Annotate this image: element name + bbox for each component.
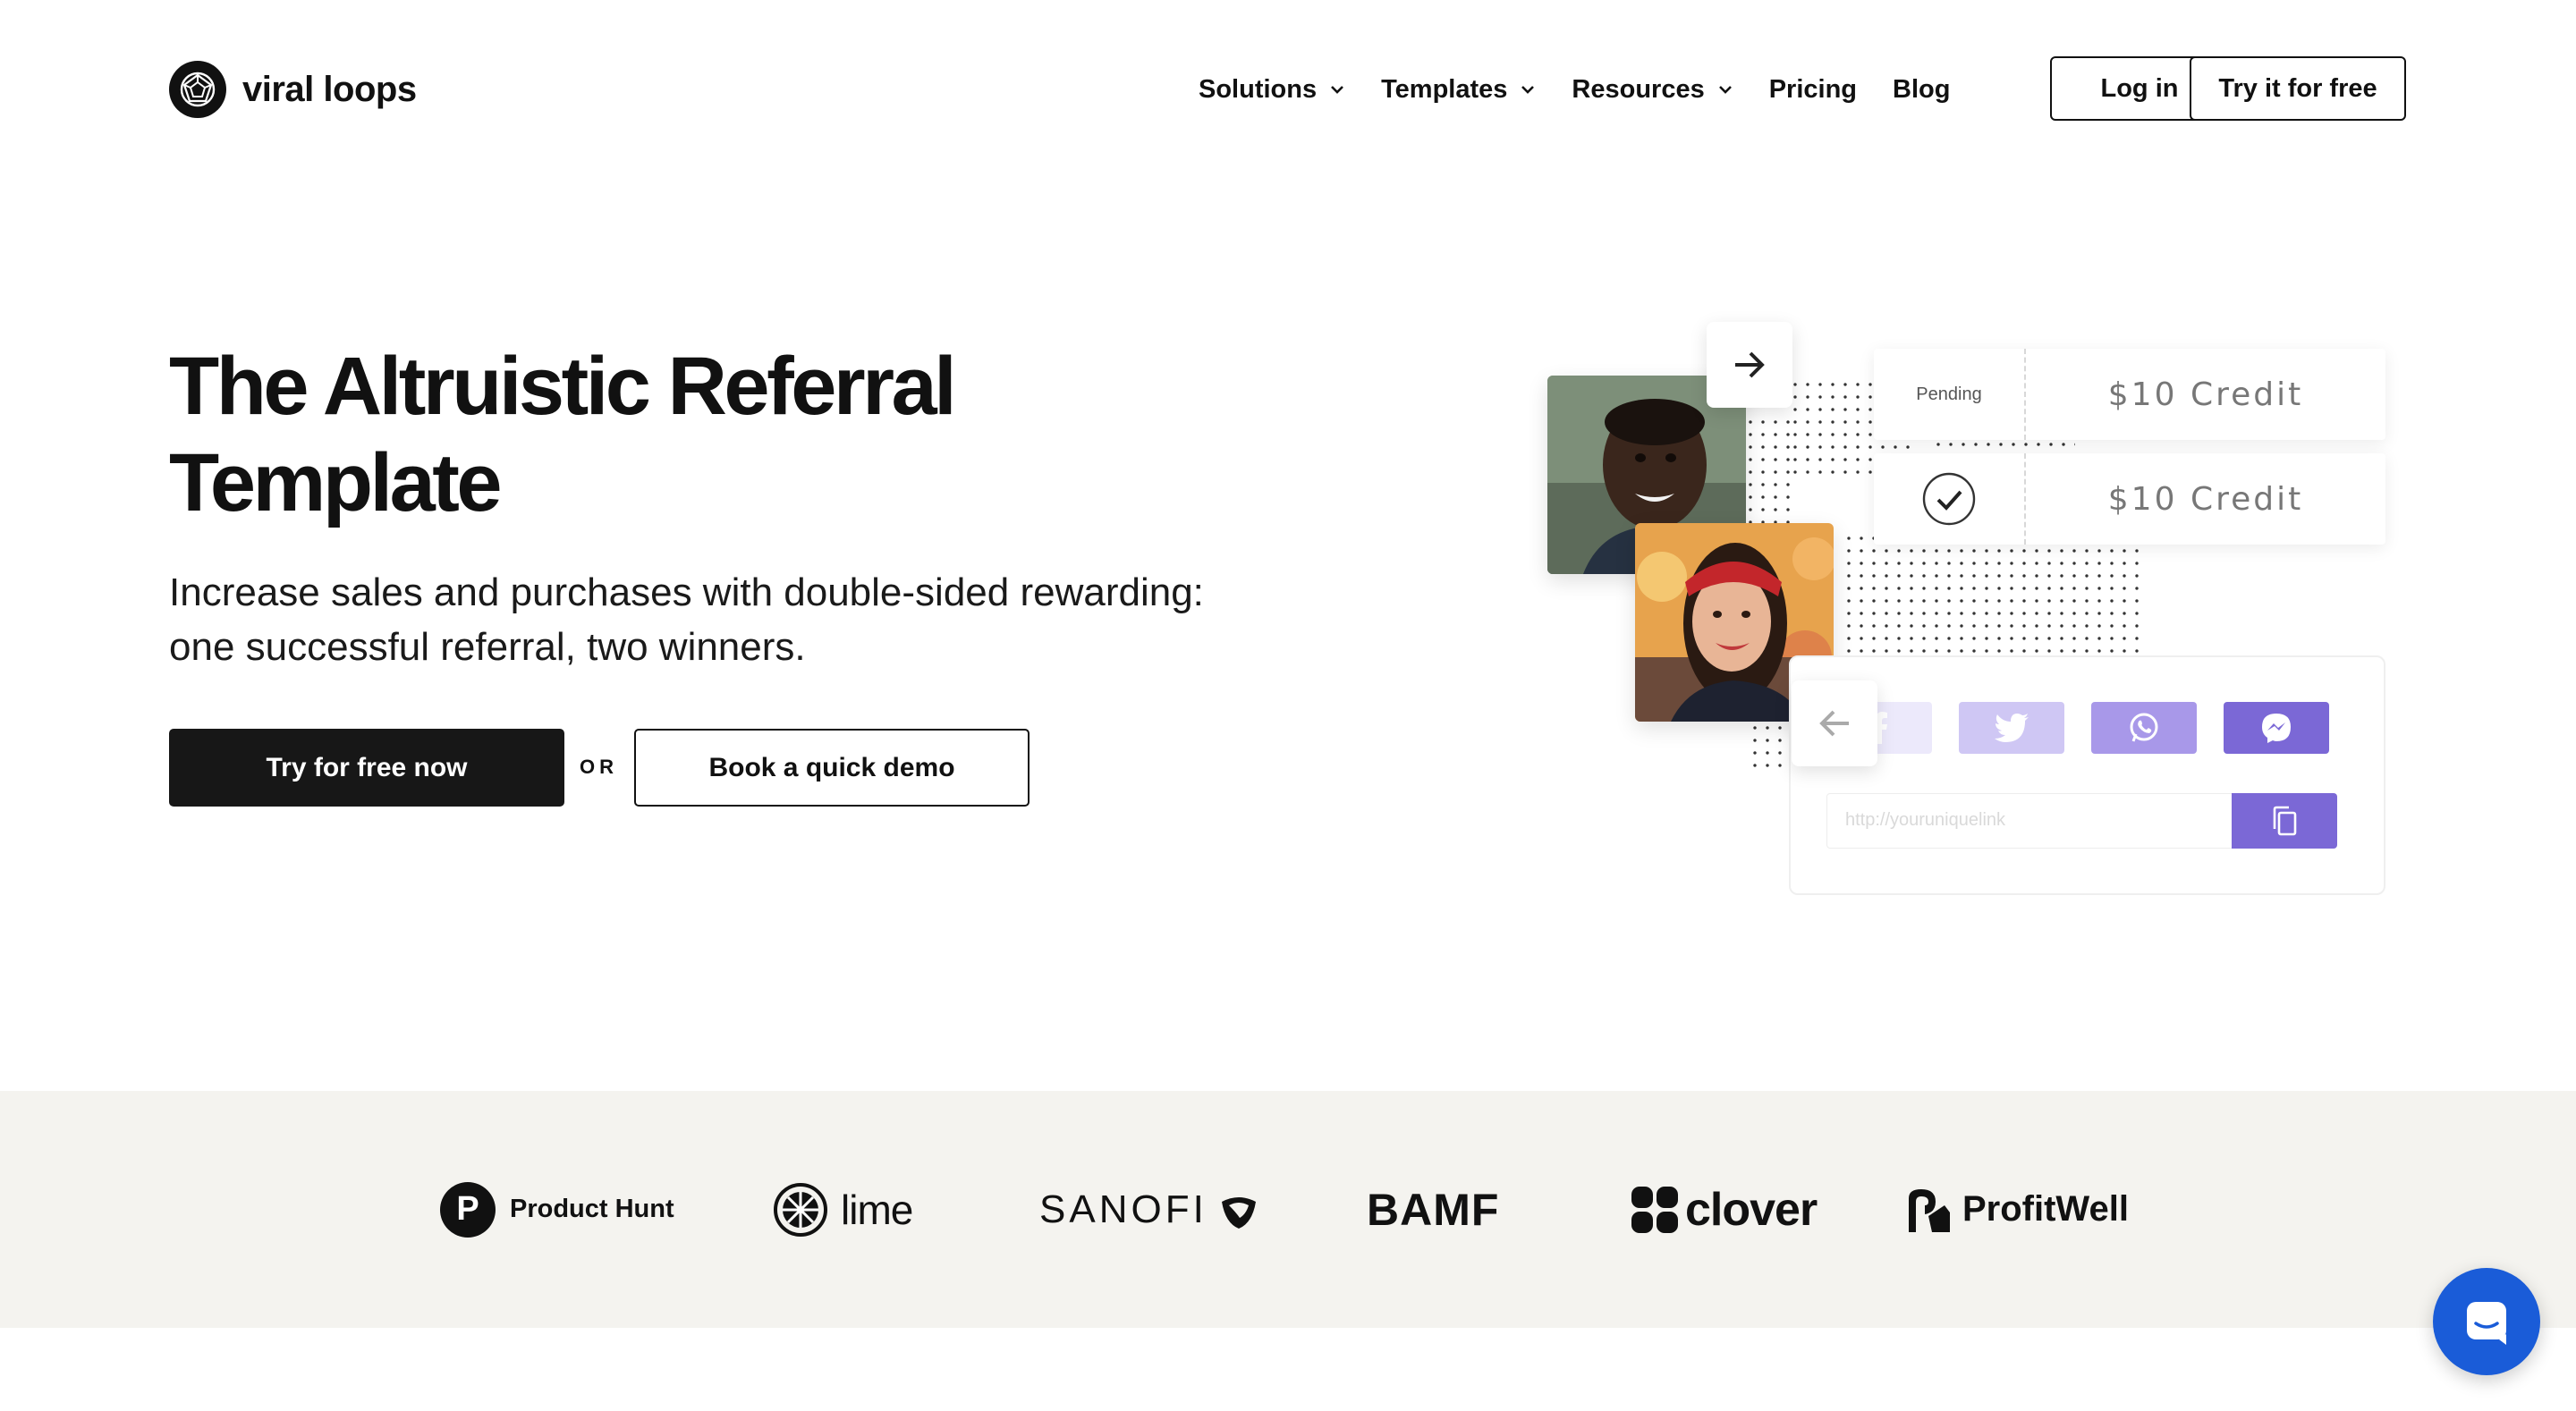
clover-icon bbox=[1631, 1186, 1678, 1233]
reward-status: Pending bbox=[1874, 349, 2026, 440]
lime-logo: lime bbox=[773, 1091, 913, 1328]
twitter-share-button[interactable] bbox=[1959, 702, 2064, 754]
nav-pricing[interactable]: Pricing bbox=[1769, 75, 1857, 105]
nav-resources[interactable]: Resources bbox=[1572, 75, 1733, 105]
viral-loops-logo-icon bbox=[169, 61, 226, 118]
main-nav: Solutions Templates Resources Pricing Bl… bbox=[1199, 70, 1950, 109]
nav-label: Resources bbox=[1572, 74, 1705, 104]
dot-pattern bbox=[1744, 416, 1798, 541]
title-line: Template bbox=[169, 437, 503, 528]
share-widget: http://youruniquelink bbox=[1789, 655, 2385, 895]
subtitle-line: Increase sales and purchases with double… bbox=[169, 570, 1204, 614]
product-hunt-logo: P Product Hunt bbox=[440, 1091, 674, 1328]
brand-logo[interactable]: viral loops bbox=[169, 61, 417, 118]
reward-status bbox=[1874, 453, 2026, 545]
reward-value: $10 Credit bbox=[2107, 376, 2304, 413]
book-demo-button[interactable]: Book a quick demo bbox=[634, 729, 1030, 807]
nav-label: Templates bbox=[1381, 74, 1508, 104]
subtitle-line: one successful referral, two winners. bbox=[169, 625, 806, 669]
try-free-header-button[interactable]: Try it for free bbox=[2190, 56, 2406, 121]
chat-icon bbox=[2467, 1302, 2506, 1345]
pending-label: Pending bbox=[1916, 384, 1982, 404]
lime-icon bbox=[774, 1182, 827, 1237]
nav-label: Pricing bbox=[1768, 74, 1858, 104]
bamf-logo: BAMF bbox=[1367, 1091, 1499, 1328]
whatsapp-icon bbox=[2130, 713, 2158, 742]
or-separator: OR bbox=[580, 756, 618, 778]
page-title: The Altruistic Referral Template bbox=[169, 338, 1242, 531]
profitwell-icon bbox=[1909, 1188, 1950, 1232]
arrow-left-icon bbox=[1792, 680, 1877, 766]
referral-link-placeholder: http://youruniquelink bbox=[1845, 810, 2006, 830]
product-hunt-icon: P bbox=[440, 1181, 496, 1238]
try-free-now-button[interactable]: Try for free now bbox=[169, 729, 564, 807]
chevron-down-icon bbox=[1521, 86, 1535, 94]
nav-blog[interactable]: Blog bbox=[1893, 75, 1950, 105]
clover-text: clover bbox=[1685, 1183, 1818, 1236]
hero-subtitle: Increase sales and purchases with double… bbox=[169, 565, 1332, 674]
customer-logos: P Product Hunt lime SANOFI BAMF clover P… bbox=[0, 1091, 2576, 1328]
sanofi-logo: SANOFI bbox=[1039, 1091, 1261, 1328]
dot-pattern bbox=[1932, 438, 2075, 454]
nav-templates[interactable]: Templates bbox=[1381, 75, 1536, 105]
chevron-down-icon bbox=[1331, 86, 1344, 94]
profitwell-logo: ProfitWell bbox=[1905, 1091, 2129, 1328]
bamf-text: BAMF bbox=[1367, 1184, 1500, 1235]
referral-link-field[interactable]: http://youruniquelink bbox=[1826, 793, 2283, 849]
referral-illustration: Pending $10 Credit $10 Credit http://you… bbox=[1538, 317, 2397, 899]
site-header: viral loops Solutions Templates Resource… bbox=[0, 0, 2576, 179]
logo-text: viral loops bbox=[242, 69, 417, 109]
product-hunt-text: Product Hunt bbox=[510, 1195, 674, 1223]
sanofi-text: SANOFI bbox=[1039, 1187, 1208, 1231]
whatsapp-share-button[interactable] bbox=[2091, 702, 2197, 754]
messenger-share-button[interactable] bbox=[2224, 702, 2329, 754]
nav-label: Blog bbox=[1893, 74, 1951, 104]
check-icon bbox=[1922, 472, 1976, 526]
clover-logo: clover bbox=[1630, 1091, 1818, 1328]
dot-pattern bbox=[1843, 532, 2147, 653]
copy-link-button[interactable] bbox=[2232, 793, 2337, 849]
nav-label: Solutions bbox=[1199, 74, 1318, 104]
twitter-icon bbox=[1995, 714, 2029, 742]
chat-launcher-button[interactable] bbox=[2433, 1268, 2540, 1375]
arrow-right-icon bbox=[1707, 322, 1792, 408]
reward-card-completed: $10 Credit bbox=[1874, 453, 2385, 545]
chevron-down-icon bbox=[1718, 86, 1732, 94]
title-line: The Altruistic Referral bbox=[169, 341, 957, 432]
lime-text: lime bbox=[841, 1186, 913, 1233]
sanofi-icon bbox=[1221, 1196, 1256, 1229]
reward-value: $10 Credit bbox=[2107, 480, 2304, 518]
profitwell-text: ProfitWell bbox=[1962, 1189, 2129, 1229]
nav-solutions[interactable]: Solutions bbox=[1199, 75, 1345, 105]
messenger-icon bbox=[2262, 714, 2291, 743]
reward-card-pending: Pending $10 Credit bbox=[1874, 349, 2385, 440]
copy-icon bbox=[2273, 806, 2297, 836]
